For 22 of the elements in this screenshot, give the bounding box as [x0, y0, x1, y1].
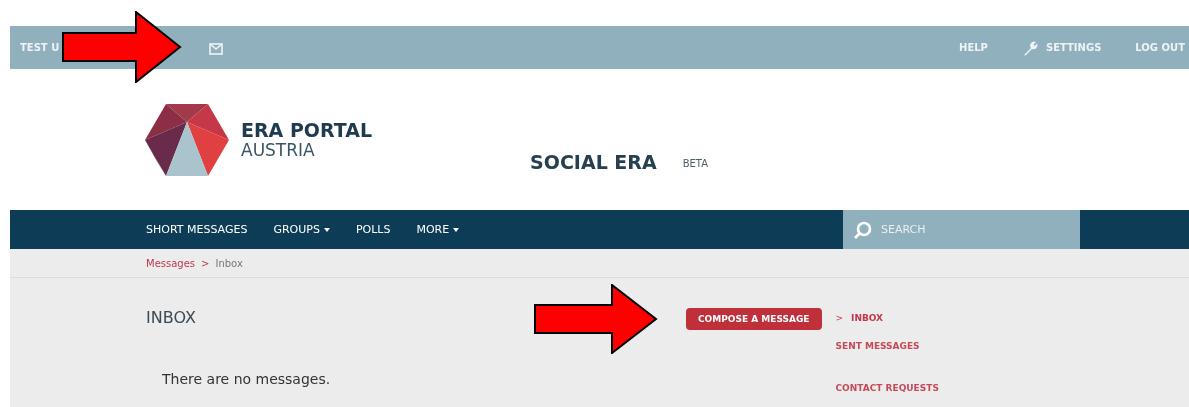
search-icon [853, 220, 873, 240]
nav-item[interactable]: GROUPS [273, 223, 330, 236]
breadcrumb-link[interactable]: Messages [146, 257, 196, 269]
site-title: SOCIAL ERA [530, 151, 657, 173]
side-menu-item[interactable]: CONTACT REQUESTS [835, 383, 939, 407]
breadcrumb-separator: > [201, 257, 210, 269]
compose-button[interactable]: COMPOSE A MESSAGE [686, 308, 822, 330]
logo-subtitle: AUSTRIA [241, 140, 316, 160]
logo-title: ERA PORTAL [241, 119, 373, 141]
nav-item[interactable]: MORE [416, 223, 460, 236]
nav-item[interactable]: SHORT MESSAGES [146, 223, 248, 236]
side-menu-item[interactable]: SENT MESSAGES [835, 341, 920, 369]
selected-marker: > [835, 313, 844, 325]
search-field[interactable]: SEARCH [843, 210, 1080, 249]
breadcrumb-current: Inbox [215, 257, 243, 269]
side-menu-item[interactable]: INBOX [851, 313, 884, 341]
beta-label: BETA [682, 158, 709, 169]
mail-icon[interactable] [209, 40, 224, 55]
page-heading: INBOX [146, 308, 197, 327]
empty-message: There are no messages. [161, 371, 332, 387]
logo-icon [145, 103, 229, 176]
nav-item[interactable]: POLLS [355, 223, 391, 236]
